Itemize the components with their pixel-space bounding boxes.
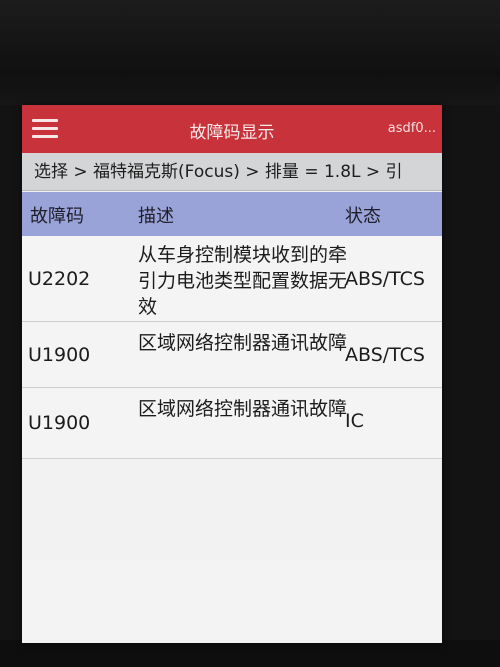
device-bezel-top [0,0,500,105]
fault-status: IC [345,410,364,432]
user-account-label[interactable]: asdf0... [388,121,436,136]
breadcrumb[interactable]: 选择 > 福特福克斯(Focus) > 排量 = 1.8L > 引 [22,153,442,191]
fault-description: 区域网络控制器通讯故障 [138,398,348,420]
page-title: 故障码显示 [189,123,275,143]
table-header-row: 故障码 描述 状态 [22,192,442,236]
fault-code: U1900 [28,344,91,366]
column-header-code: 故障码 [30,206,84,227]
fault-code: U1900 [28,412,91,434]
table-row[interactable]: U2202 从车身控制模块收到的牵引力电池类型配置数据无效 ABS/TCS [22,236,442,322]
fault-description: 从车身控制模块收到的牵引力电池类型配置数据无效 [138,244,348,318]
table-row[interactable]: U1900 区域网络控制器通讯故障 IC [22,388,442,459]
empty-list-area [22,560,442,643]
fault-description: 区域网络控制器通讯故障 [138,332,348,354]
fault-status: ABS/TCS [345,344,425,366]
table-row[interactable]: U1900 区域网络控制器通讯故障 ABS/TCS [22,322,442,388]
title-bar: 故障码显示 asdf0... [22,105,442,153]
column-header-status: 状态 [345,206,381,227]
fault-status: ABS/TCS [345,268,425,290]
device-bezel-bottom [0,640,500,667]
fault-code: U2202 [28,268,91,290]
app-screen: 故障码显示 asdf0... 选择 > 福特福克斯(Focus) > 排量 = … [22,105,442,643]
column-header-description: 描述 [138,206,174,227]
